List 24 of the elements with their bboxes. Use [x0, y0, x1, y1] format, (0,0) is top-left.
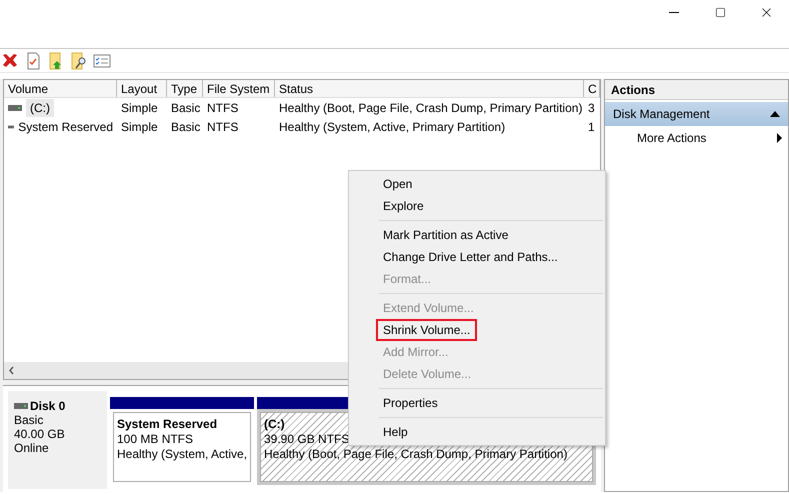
- table-cell-text: Basic: [171, 119, 200, 136]
- partition-status: Healthy (Boot, Page File, Crash Dump, Primary Partition): [264, 447, 568, 462]
- partition-size: 39.90 GB NTFS: [264, 432, 350, 447]
- partition-status: Healthy (System, Active,: [117, 447, 248, 462]
- table-cell-text: System Reserved: [18, 119, 113, 136]
- table-cell-text: Basic: [171, 100, 200, 117]
- partition-name: System Reserved: [117, 417, 218, 432]
- table-cell-text: 1: [588, 119, 595, 136]
- table-cell-text: NTFS: [207, 100, 238, 117]
- table-cell-text: Healthy (System, Active, Primary Partition): [279, 119, 506, 136]
- table-cell-text: 3: [588, 100, 595, 117]
- partition-size: 100 MB NTFS: [117, 432, 194, 447]
- table-cell-text: NTFS: [207, 119, 238, 136]
- disk-type: Basic: [14, 413, 44, 427]
- actions-header: Actions: [605, 80, 788, 100]
- table-cell-text: Healthy (Boot, Page File, Crash Dump, Primary Partition): [279, 100, 582, 117]
- table-cell: (C:): [26, 99, 54, 117]
- section-title: Disk Management: [613, 106, 710, 123]
- table-cell-text: Simple: [121, 100, 158, 117]
- disk-status: Online: [14, 441, 50, 455]
- table-cell-text: Simple: [121, 119, 158, 136]
- disk-name: Disk 0: [30, 399, 66, 413]
- disk-size: 40.00 GB: [14, 427, 66, 441]
- partition-name: (C:): [264, 417, 285, 432]
